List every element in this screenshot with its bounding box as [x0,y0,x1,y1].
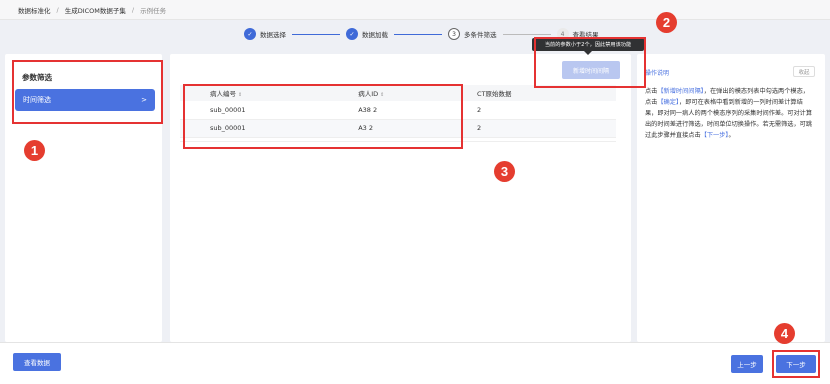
annotation-box-2 [534,37,646,88]
bottom-action-bar [0,342,830,384]
step-label: 多条件筛选 [464,31,497,39]
step-connector [502,33,551,35]
step-connector [394,33,442,35]
annotation-badge-3: 3 [494,161,515,182]
step-number: 3 [448,28,460,40]
check-icon: ✓ [346,28,358,40]
step-indicator: ✓ 数据选择 ✓ 数据加载 3 多条件筛选 4 查看结果 [0,20,830,48]
breadcrumb-current: 示例任务 [140,6,167,15]
table-empty-area [180,141,616,325]
breadcrumb: 数据标准化 / 生成DICOM数据子集 / 示例任务 [0,0,830,20]
instructions-link[interactable]: 操作说明 [645,68,669,77]
step-label: 数据加载 [362,31,388,39]
step-label: 数据选择 [260,31,286,39]
annotation-badge-4: 4 [774,323,795,344]
annotation-badge-2: 2 [656,12,677,33]
table-cell: 2 [477,124,482,132]
instructions-text: 点击【新增时间间隔】，在弹出的模态列表中勾选两个模态，点击【确定】，即可在表格中… [645,88,813,139]
check-icon: ✓ [244,28,256,40]
breadcrumb-separator: / [56,5,59,14]
view-data-button[interactable]: 查看数据 [13,353,61,371]
annotation-box-3 [183,84,463,149]
breadcrumb-separator: / [131,5,135,14]
step-data-load: ✓ 数据加载 [346,28,388,40]
table-cell: 2 [477,105,482,114]
step-connector [292,33,340,35]
annotation-box-1 [12,60,163,124]
collapse-button[interactable]: 收起 [793,66,815,77]
previous-step-button[interactable]: 上一步 [731,355,763,373]
step-multi-filter: 3 多条件筛选 [448,28,497,40]
annotation-badge-1: 1 [24,140,45,161]
breadcrumb-item[interactable]: 生成DICOM数据子集 [65,5,126,15]
step-data-select: ✓ 数据选择 [244,28,286,40]
annotation-box-4 [772,350,820,378]
breadcrumb-item[interactable]: 数据标准化 [18,5,51,15]
